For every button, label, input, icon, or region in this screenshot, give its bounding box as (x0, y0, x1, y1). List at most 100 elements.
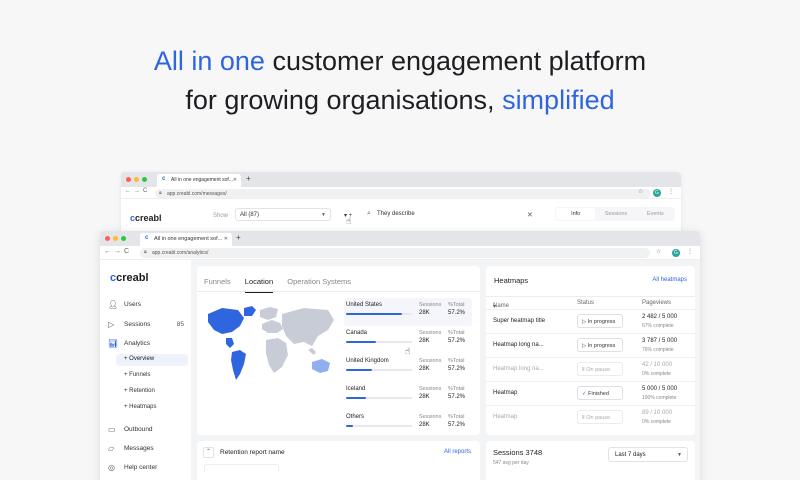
sidebar-item-users[interactable]: 👤︎ Users (108, 300, 188, 312)
lock-icon: 🔒︎ (144, 249, 147, 255)
chart-icon: 📊︎ (108, 339, 119, 348)
heatmap-row[interactable]: Super heatmap title ▷ In progress 2 482 / … (486, 309, 695, 333)
show-label: Show (213, 213, 229, 219)
maximize-dot[interactable] (121, 236, 126, 241)
sessions-value: 28K (419, 394, 430, 400)
heatmap-status-button[interactable]: Ⅱ On pause (577, 410, 623, 424)
address-bar: ←→C 🔒︎ app.creabl.com/messages/ ☆ G ⋮ (121, 187, 681, 199)
hero-line-1: All in one customer engagement platform (153, 46, 647, 76)
country-row[interactable]: Iceland Sessions %Total 28K 57.2% (344, 382, 472, 410)
kebab-menu-icon[interactable]: ⋮ (668, 188, 674, 195)
heatmaps-table-header: Name ▾ Status Pageviews (486, 296, 695, 310)
sidebar-item-sessions[interactable]: ▷ Sessions 85 (108, 320, 188, 332)
url-field[interactable]: 🔒︎ app.creabl.com/messages/ (155, 189, 651, 198)
chevron-up-icon[interactable]: ⌃ (203, 447, 214, 458)
europe-region (262, 320, 283, 333)
new-tab-icon[interactable]: + (246, 174, 251, 183)
heatmap-status-button[interactable]: ▷ In progress (577, 338, 623, 352)
sessions-label: Sessions (419, 302, 442, 308)
close-tab-icon[interactable]: ✕ (224, 236, 228, 242)
country-row[interactable]: United States Sessions %Total 28K 57.2% (344, 298, 472, 326)
sidebar-item-messages[interactable]: ▱ Messages (108, 444, 188, 456)
maximize-dot[interactable] (142, 177, 147, 182)
total-value: 57.2% (448, 394, 466, 400)
nav-arrows-icon[interactable]: ←→C (104, 248, 132, 255)
tab-events[interactable]: Events (636, 207, 675, 221)
retention-card: ⌃ Retention report name All reports (197, 441, 480, 480)
all-reports-link[interactable]: All reports (444, 449, 471, 455)
browser-tabbar: c All in one engagement sof... ✕ + (121, 172, 681, 187)
profile-avatar[interactable]: G (653, 189, 661, 197)
tab-info[interactable]: Info (556, 208, 596, 220)
check-icon: ✓ (582, 391, 587, 397)
star-icon[interactable]: ☆ (638, 188, 643, 195)
browser-tab[interactable]: c All in one engagement sof... ✕ (157, 174, 241, 187)
heatmap-row[interactable]: Heatmap long na... ▷ In progress 3 787 / 5… (486, 333, 695, 357)
country-row[interactable]: United Kingdom Sessions %Total 28K 57.2% (344, 354, 472, 382)
clear-icon[interactable]: ✕ (527, 211, 533, 219)
detail-tabs: Info Sessions Events (555, 207, 675, 221)
creabl-favicon-icon: c (162, 176, 166, 182)
minimize-dot[interactable] (113, 236, 118, 241)
kebab-menu-icon[interactable]: ⋮ (687, 248, 693, 255)
arctic-region (244, 306, 256, 316)
search-input[interactable]: ⌕ They describe (363, 208, 533, 221)
country-share-bar (346, 425, 412, 427)
heatmap-status-button[interactable]: ✓ Finished (577, 386, 623, 400)
heatmap-complete: 67% complete (642, 323, 674, 329)
browser-tab[interactable]: c All in one engagement sof... ✕ (140, 233, 232, 246)
sidebar-sub-heatmaps[interactable]: + Heatmaps (116, 402, 188, 414)
total-label: %Total (448, 330, 465, 336)
window-controls (126, 177, 147, 182)
country-share-bar (346, 397, 412, 399)
all-heatmaps-link[interactable]: All heatmaps (652, 277, 687, 283)
creabl-favicon-icon: c (145, 235, 149, 241)
heatmap-complete: 76% complete (642, 347, 674, 353)
url-field[interactable]: 🔒︎ app.creabl.com/analytics/ (140, 248, 650, 258)
heatmap-row[interactable]: Heatmap long na... Ⅱ On pause 42 / 10 000 0… (486, 357, 695, 381)
sidebar-item-help-center[interactable]: ◎ Help center (108, 463, 188, 475)
tab-sessions[interactable]: Sessions (596, 207, 635, 221)
heatmap-pageviews: 5 000 / 5 000 (642, 386, 678, 392)
retention-panel (204, 464, 279, 472)
chat-icon: ▱ (108, 444, 115, 453)
star-icon[interactable]: ☆ (656, 248, 661, 255)
tab-operation-systems[interactable]: Operation Systems (287, 277, 351, 286)
logo: ccreabl (110, 272, 149, 284)
tab-location[interactable]: Location (245, 277, 273, 286)
sidebar-sub-retention[interactable]: + Retention (116, 386, 188, 398)
heatmap-status-button[interactable]: ▷ In progress (577, 314, 623, 328)
heatmap-complete: 0% complete (642, 371, 671, 377)
pointer-cursor-icon: ☝︎ (405, 346, 411, 356)
close-dot[interactable] (126, 177, 131, 182)
close-tab-icon[interactable]: ✕ (233, 177, 237, 183)
sidebar-item-analytics[interactable]: 📊︎ Analytics (108, 339, 188, 351)
heatmap-pageviews: 3 787 / 5 000 (642, 338, 678, 344)
tab-funnels[interactable]: Funnels (204, 277, 231, 286)
search-icon: ⌕ (367, 210, 371, 217)
sessions-card: Sessions 3748 547 avg per day Last 7 day… (486, 441, 695, 480)
country-row[interactable]: Others Sessions %Total 28K 57.2% (344, 410, 472, 438)
country-name: Canada (346, 330, 368, 336)
heatmap-row[interactable]: Heatmap Ⅱ On pause 89 / 10 000 0% complete (486, 405, 695, 429)
sidebar-item-outbound[interactable]: ▭ Outbound (108, 425, 188, 437)
new-tab-icon[interactable]: + (236, 233, 241, 242)
heatmap-status-button[interactable]: Ⅱ On pause (577, 362, 623, 376)
sidebar-sub-overview[interactable]: + Overview (116, 354, 188, 366)
sessions-label: Sessions (419, 414, 442, 420)
sidebar-sub-funnels[interactable]: + Funnels (116, 370, 188, 382)
heatmap-pageviews: 2 482 / 5 000 (642, 314, 678, 320)
sessions-subtitle: 547 avg per day (493, 460, 529, 466)
close-dot[interactable] (105, 236, 110, 241)
minimize-dot[interactable] (134, 177, 139, 182)
heatmap-row[interactable]: Heatmap ✓ Finished 5 000 / 5 000 100% compl… (486, 381, 695, 405)
show-select[interactable]: All (87) ▼ (235, 208, 331, 221)
heatmap-name: Heatmap (493, 390, 518, 396)
country-share-fill (346, 313, 403, 315)
date-range-select[interactable]: Last 7 days ▼ (608, 447, 688, 462)
map-regions-highlight (208, 306, 256, 380)
lock-icon: 🔒︎ (159, 190, 162, 196)
country-name: United States (346, 302, 383, 308)
profile-avatar[interactable]: G (672, 249, 680, 257)
nav-arrows-icon[interactable]: ←→C (125, 188, 150, 194)
